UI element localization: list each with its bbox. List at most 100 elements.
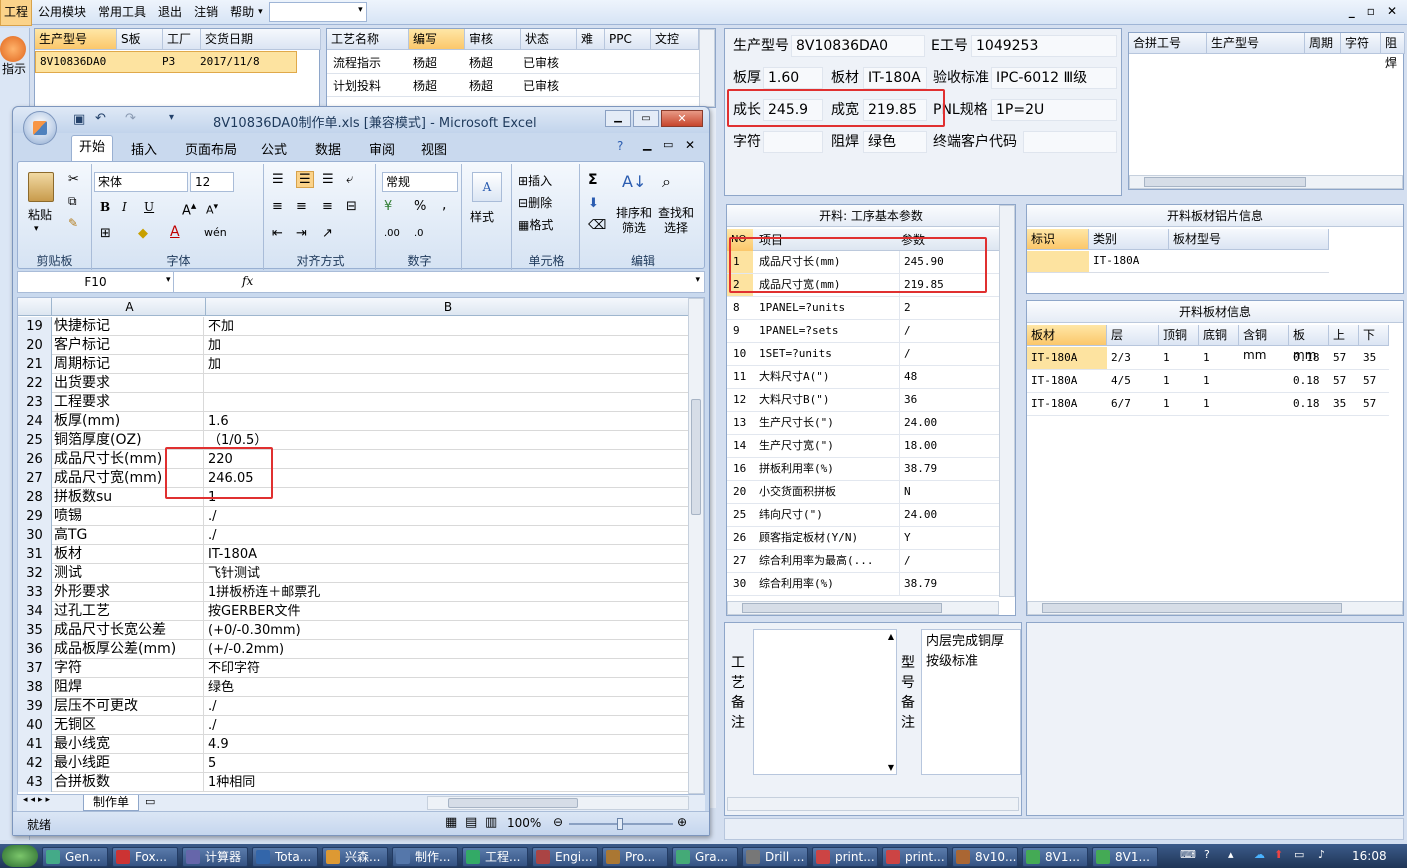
cut-header-cell[interactable]: 下 [1359, 325, 1389, 346]
italic-icon[interactable]: I [122, 200, 127, 214]
taskbar-item[interactable]: Gen... [42, 847, 108, 867]
close-icon[interactable]: ✕ [661, 110, 703, 127]
taskbar-item[interactable]: print... [812, 847, 878, 867]
instruction-icon[interactable] [0, 36, 26, 62]
zoom-slider[interactable] [569, 818, 673, 830]
merge-center-icon[interactable]: ⊟ [346, 199, 357, 214]
font-size-select[interactable]: 12 [190, 172, 234, 192]
sheet-nav-icon[interactable]: ◂◂▸▸ [23, 795, 53, 805]
thickness-field[interactable]: 1.60 [763, 67, 823, 89]
cell-a[interactable]: 快捷标记 [54, 317, 204, 336]
sheet-row[interactable]: 21 周期标记加 [18, 355, 688, 374]
cell-a[interactable]: 拼板数su [54, 488, 204, 507]
sheet-row[interactable]: 35 成品尺寸长宽公差 (+0/-0.30mm) [18, 621, 688, 640]
font-name-select[interactable]: 宋体 [94, 172, 188, 192]
sheet-row[interactable]: 30 高TG ./ [18, 526, 688, 545]
save-icon[interactable]: ▣ [73, 112, 85, 127]
cell-a[interactable]: 最小线距 [54, 754, 204, 773]
cut-header-cell[interactable]: 底铜 [1199, 325, 1239, 346]
merge-header-mask[interactable]: 阻焊 [1381, 33, 1405, 70]
cell-b[interactable] [208, 393, 688, 412]
volume-icon[interactable]: ♪ [1318, 848, 1325, 861]
sheet-info-header-model[interactable]: 板材型号 [1169, 229, 1329, 250]
process-header-author[interactable]: 编写 [409, 29, 465, 50]
delete-cells-button[interactable]: ⊟删除 [518, 194, 552, 211]
params-row[interactable]: 12 大料尺寸B(") 36 [727, 389, 999, 412]
clock[interactable]: 16:08 [1352, 849, 1387, 863]
bold-icon[interactable]: B [100, 200, 110, 214]
menu-item-logout[interactable]: 注销 [188, 0, 224, 25]
sort-filter-button[interactable]: 排序和 筛选 [616, 206, 652, 236]
cell-b[interactable]: 飞针测试 [208, 564, 688, 583]
autosum-icon[interactable]: Σ [588, 172, 598, 188]
align-middle-icon[interactable]: ☰ [296, 171, 314, 188]
chevron-down-icon[interactable]: ▾ [166, 275, 171, 285]
process-row[interactable]: 流程指示 杨超 杨超 已审核 [327, 51, 699, 74]
number-format-select[interactable]: 常规 [382, 172, 458, 192]
sheet-row[interactable]: 36 成品板厚公差(mm) (+/-0.2mm) [18, 640, 688, 659]
align-center-icon[interactable]: ≡ [296, 199, 307, 214]
clear-icon[interactable]: ⌫ [588, 218, 606, 233]
sheet-row[interactable]: 25 铜箔厚度(OZ) （1/0.5） [18, 431, 688, 450]
ribbon-minimize-icon[interactable]: ▁ [643, 138, 651, 151]
e-no-field[interactable]: 1049253 [971, 35, 1117, 57]
chevron-down-icon[interactable]: ▾ [34, 224, 39, 234]
paste-button[interactable]: 粘贴 [28, 206, 52, 223]
scroll-down-icon[interactable]: ▼ [888, 763, 894, 772]
character-field[interactable] [763, 131, 823, 153]
cell-a[interactable]: 成品板厚公差(mm) [54, 640, 204, 659]
cell-b[interactable]: 220 [208, 450, 688, 469]
normal-view-icon[interactable]: ▦ [445, 815, 457, 830]
align-top-icon[interactable]: ☰ [272, 172, 284, 187]
cell-a[interactable]: 外形要求 [54, 583, 204, 602]
underline-icon[interactable]: U [144, 200, 154, 214]
start-button[interactable] [2, 845, 38, 867]
tab-insert[interactable]: 插入 [131, 139, 157, 158]
fill-color-icon[interactable]: ◆ [138, 226, 148, 241]
merge-header-model[interactable]: 生产型号 [1207, 33, 1305, 54]
order-header-model[interactable]: 生产型号 [35, 29, 117, 50]
params-row[interactable]: 25 纬向尺寸(") 24.00 [727, 504, 999, 527]
comma-icon[interactable]: , [442, 197, 446, 213]
scroll-thumb[interactable] [448, 798, 578, 808]
taskbar-item[interactable]: Fox... [112, 847, 178, 867]
params-row[interactable]: 30 综合利用率(%) 38.79 [727, 573, 999, 596]
menu-item-exit[interactable]: 退出 [152, 0, 188, 25]
params-row[interactable]: 13 生产尺寸长(") 24.00 [727, 412, 999, 435]
material-field[interactable]: IT-180A [863, 67, 927, 89]
process-header-status[interactable]: 状态 [521, 29, 577, 50]
cell-a[interactable]: 高TG [54, 526, 204, 545]
cut-row[interactable]: IT-180A 2/3 1 1 0.18 57 35 [1027, 347, 1389, 370]
merge-header-job[interactable]: 合拼工号 [1129, 33, 1207, 54]
page-break-icon[interactable]: ▥ [485, 815, 497, 830]
cell-a[interactable]: 板材 [54, 545, 204, 564]
cell-b[interactable]: 不印字符 [208, 659, 688, 678]
params-row[interactable]: 16 拼板利用率(%) 38.79 [727, 458, 999, 481]
row-number[interactable]: 26 [18, 450, 52, 469]
keyboard-icon[interactable]: ⌨ [1180, 848, 1196, 861]
sheet-row[interactable]: 27 成品尺寸宽(mm) 246.05 [18, 469, 688, 488]
border-icon[interactable]: ⊞ [100, 226, 111, 241]
process-header-doc[interactable]: 文控 [651, 29, 699, 50]
new-sheet-icon[interactable]: ▭ [145, 795, 155, 808]
cell-a[interactable]: 层压不可更改 [54, 697, 204, 716]
decrease-indent-icon[interactable]: ⇤ [272, 226, 283, 241]
row-number[interactable]: 20 [18, 336, 52, 355]
sheet-row[interactable]: 29 喷锡 ./ [18, 507, 688, 526]
taskbar-item[interactable]: 8V1... [1022, 847, 1088, 867]
scroll-thumb[interactable] [691, 399, 701, 515]
select-all-corner[interactable] [18, 298, 52, 316]
notes-hscrollbar[interactable] [727, 797, 1019, 811]
process-header-ppc[interactable]: PPC [605, 29, 651, 50]
cell-a[interactable]: 过孔工艺 [54, 602, 204, 621]
row-number[interactable]: 29 [18, 507, 52, 526]
restore-icon[interactable]: ▫ [1367, 4, 1375, 18]
cell-b[interactable]: 1 [208, 488, 688, 507]
column-header-a[interactable]: A [54, 298, 206, 316]
menu-combo[interactable]: ▾ [268, 2, 367, 22]
cell-a[interactable]: 铜箔厚度(OZ) [54, 431, 204, 450]
taskbar-item[interactable]: Drill ... [742, 847, 808, 867]
shrink-font-icon[interactable]: A▾ [206, 201, 218, 217]
percent-icon[interactable]: % [414, 199, 426, 214]
menu-item-engineering[interactable]: 工程 [0, 0, 33, 26]
